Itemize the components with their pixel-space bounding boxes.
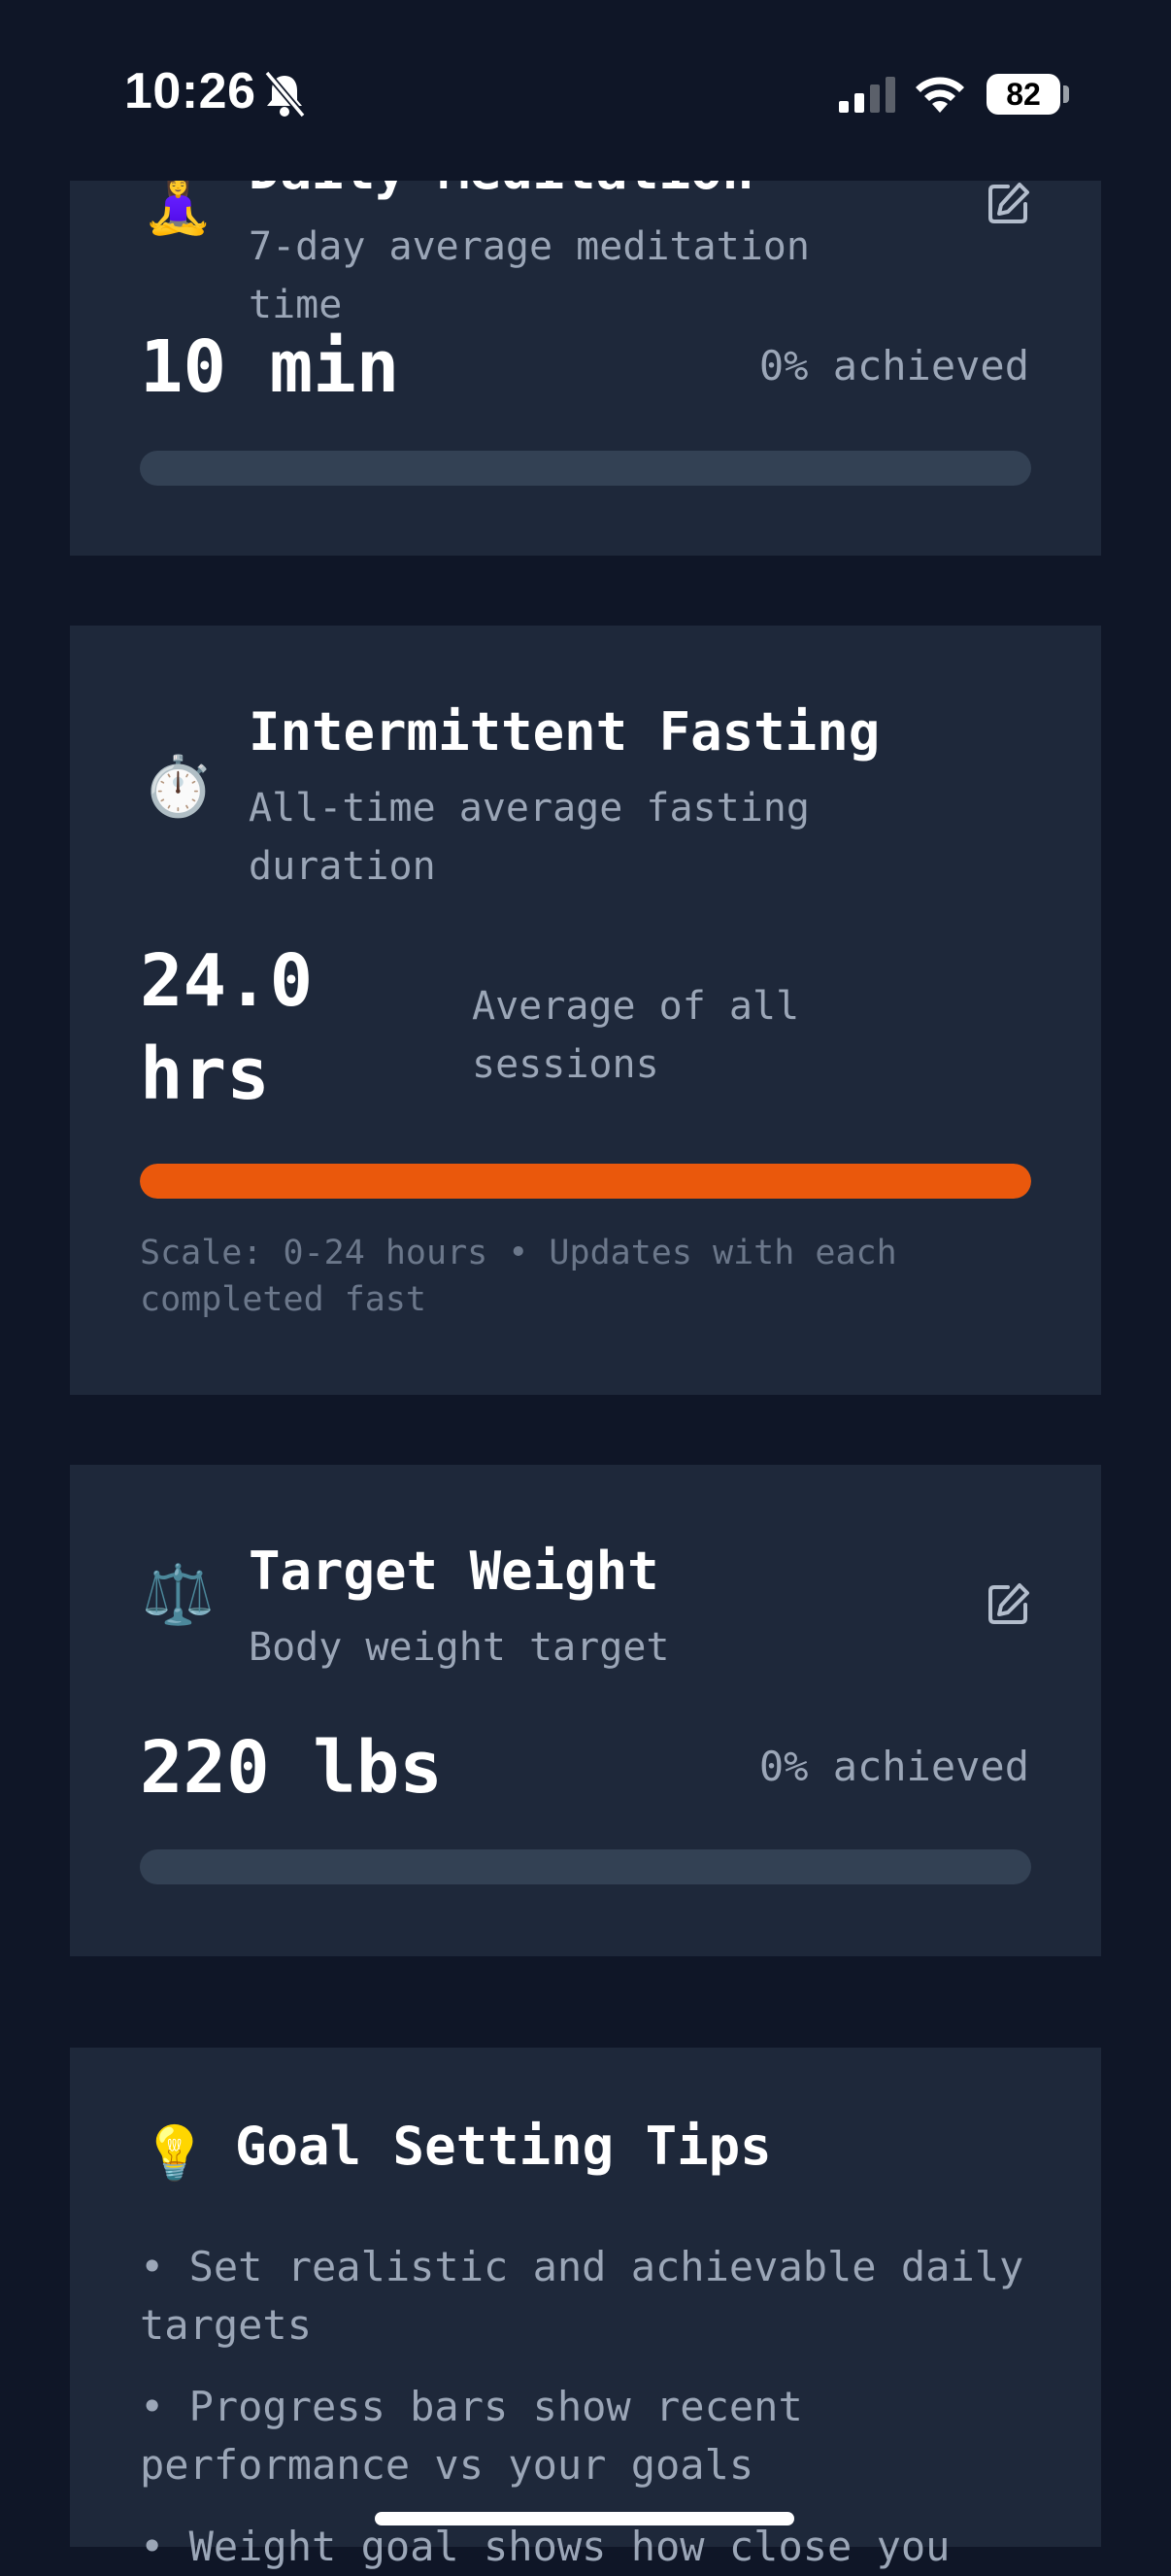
goal-title: Intermittent Fasting (249, 701, 881, 763)
goal-card-weight: ⚖️ Target Weight Body weight target 220 … (70, 1465, 1101, 1956)
goal-subtitle: 7-day average meditation time (249, 224, 810, 327)
goal-card-fasting: ⏱️ Intermittent Fasting All-time average… (70, 626, 1101, 1395)
wifi-icon (916, 77, 964, 113)
goal-value: 220 lbs (140, 1726, 443, 1810)
meditation-emoji-icon: 🧘‍♀️ (142, 170, 215, 238)
goal-value: 24.0 hrs (140, 939, 314, 1116)
bell-slash-icon (264, 70, 306, 119)
stopwatch-emoji-icon: ⏱️ (142, 753, 215, 821)
status-time: 10:26 (124, 63, 256, 119)
goal-status: Average of all sessions (472, 984, 800, 1087)
edit-icon[interactable] (987, 181, 1031, 225)
progress-bar-fill (140, 1164, 1031, 1199)
cellular-signal-icon (839, 77, 895, 113)
tips-card: 💡 Goal Setting Tips • Set realistic and … (70, 2048, 1101, 2570)
scale-emoji-icon: ⚖️ (142, 1561, 215, 1629)
goal-status: 0% achieved (758, 1743, 1029, 1790)
tip-item: • Weight goal shows how close you (140, 2523, 951, 2570)
tip-item: • Progress bars show recent performance … (140, 2383, 803, 2489)
tip-item: • Set realistic and achievable daily tar… (140, 2243, 1024, 2349)
progress-bar (140, 1164, 1031, 1199)
edit-icon[interactable] (987, 1581, 1031, 1626)
tips-title: Goal Setting Tips (235, 2116, 772, 2177)
status-bar: 10:26 82 (0, 0, 1171, 181)
goal-subtitle: Body weight target (249, 1625, 670, 1670)
home-indicator[interactable] (375, 2512, 794, 2525)
battery-tip (1063, 85, 1069, 103)
battery-icon: 82 (987, 74, 1060, 115)
lightbulb-emoji-icon: 💡 (142, 2122, 208, 2184)
goal-card-meditation: 🧘‍♀️ Daily Meditation 7-day average medi… (70, 117, 1101, 556)
scale-note: Scale: 0-24 hours • Updates with each co… (140, 1234, 897, 1319)
goal-status: 0% achieved (758, 342, 1029, 390)
goal-value: 10 min (140, 325, 400, 409)
progress-bar (140, 451, 1031, 486)
goal-subtitle: All-time average fasting duration (249, 786, 810, 889)
goal-title: Target Weight (249, 1541, 659, 1602)
progress-bar (140, 1849, 1031, 1884)
